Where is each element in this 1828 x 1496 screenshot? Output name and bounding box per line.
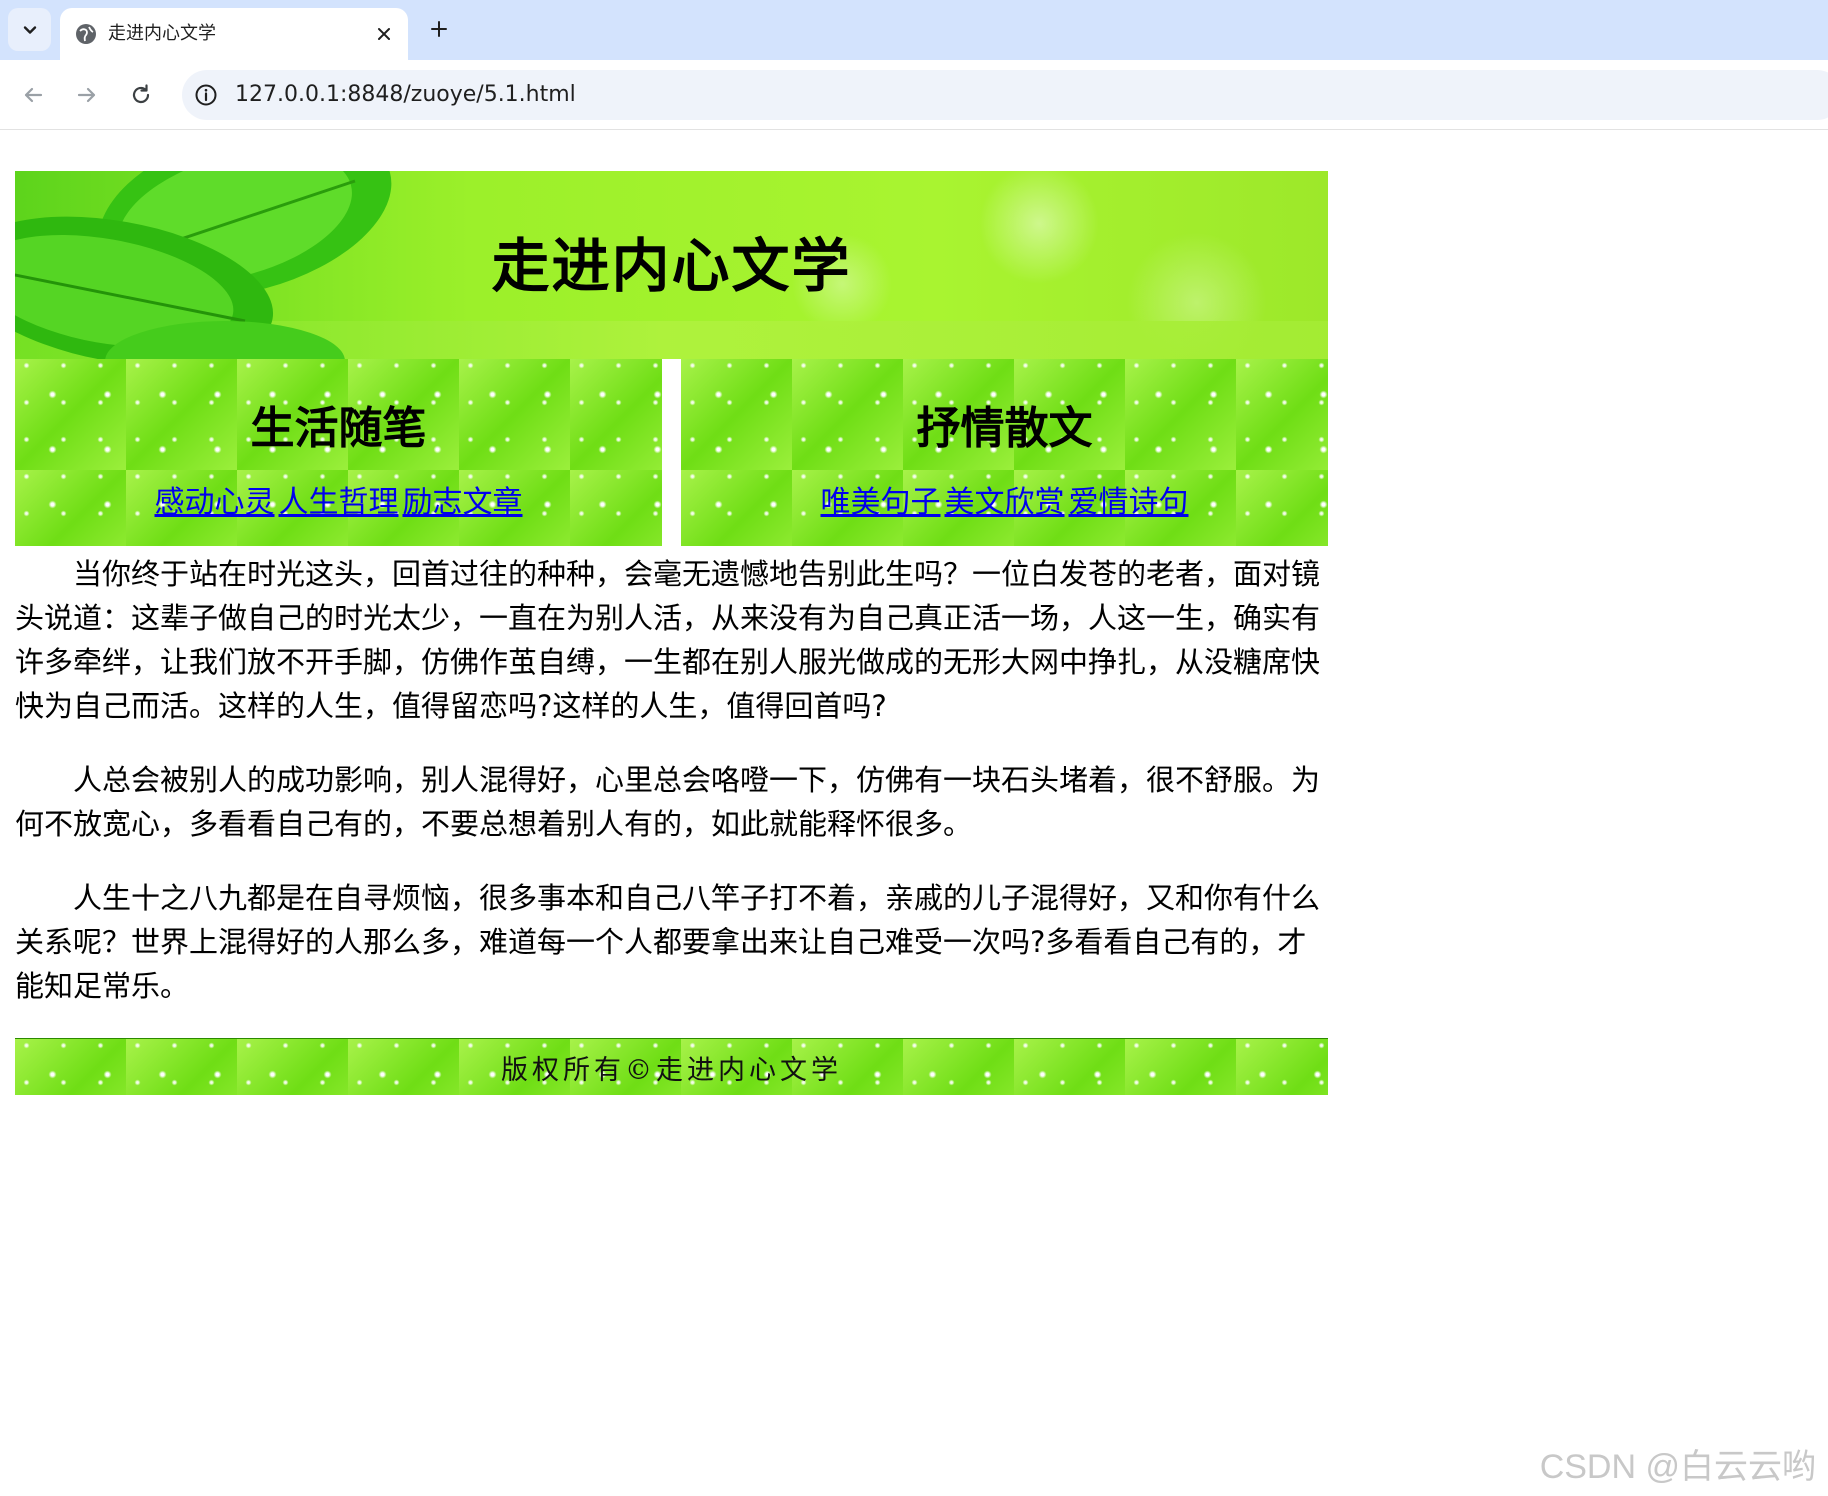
browser-toolbar: 127.0.0.1:8848/zuoye/5.1.html [0, 60, 1828, 130]
header-banner: 走进内心文学 [15, 171, 1328, 359]
back-button[interactable] [16, 78, 50, 112]
banner-title: 走进内心文学 [491, 232, 852, 300]
address-bar[interactable]: 127.0.0.1:8848/zuoye/5.1.html [182, 70, 1828, 120]
browser-tab[interactable]: 走进内心文学 [60, 8, 408, 60]
site-info-button[interactable] [192, 81, 220, 109]
plus-icon [431, 21, 447, 37]
globe-icon [76, 24, 96, 44]
tab-title: 走进内心文学 [108, 23, 216, 44]
page-container: 走进内心文学 生活随笔 感动心灵 人生哲理 励志文章 抒情散文 唯美句子 美文欣赏 爱情… [15, 171, 1328, 1095]
article-paragraph: 人总会被别人的成功影响，别人混得好，心里总会咯噔一下，仿佛有一块石头堵着，很不舒… [15, 763, 1321, 841]
article-paragraph: 人生十之八九都是在自寻烦恼，很多事本和自己八竿子打不着，亲戚的儿子混得好，又和你… [15, 881, 1321, 1003]
link-beautiful-sentences[interactable]: 唯美句子 [821, 485, 941, 520]
article-body: 当你终于站在时光这头，回首过往的种种，会毫无遗憾地告别此生吗？一位白发苍的老者，… [15, 552, 1328, 1008]
close-icon [378, 28, 390, 40]
arrow-right-icon [77, 87, 96, 103]
category-title: 抒情散文 [916, 403, 1093, 454]
category-life-essays: 生活随笔 感动心灵 人生哲理 励志文章 [15, 359, 662, 546]
tab-close-button[interactable] [372, 22, 396, 46]
link-love-poems[interactable]: 爱情诗句 [1069, 485, 1189, 520]
link-inspiration[interactable]: 励志文章 [403, 485, 523, 520]
watermark: CSDN @白云云哟 [1539, 1448, 1816, 1486]
category-lyric-prose: 抒情散文 唯美句子 美文欣赏 爱情诗句 [681, 359, 1328, 546]
page-viewport: 走进内心文学 生活随笔 感动心灵 人生哲理 励志文章 抒情散文 唯美句子 美文欣赏 爱情… [0, 131, 1828, 1496]
category-columns: 生活随笔 感动心灵 人生哲理 励志文章 抒情散文 唯美句子 美文欣赏 爱情诗句 [15, 359, 1328, 546]
reload-button[interactable] [124, 78, 158, 112]
category-links: 唯美句子 美文欣赏 爱情诗句 [681, 483, 1328, 523]
chevron-down-icon [23, 25, 36, 34]
info-icon [195, 84, 217, 106]
url-text[interactable]: 127.0.0.1:8848/zuoye/5.1.html [235, 82, 576, 108]
reload-icon [132, 84, 150, 104]
article-paragraph: 当你终于站在时光这头，回首过往的种种，会毫无遗憾地告别此生吗？一位白发苍的老者，… [15, 557, 1321, 723]
copyright-text: 版权所有©走进内心文学 [501, 1054, 842, 1086]
page-footer: 版权所有©走进内心文学 [15, 1038, 1328, 1095]
link-touching[interactable]: 感动心灵 [155, 485, 275, 520]
link-philosophy[interactable]: 人生哲理 [279, 485, 399, 520]
tab-strip: 走进内心文学 [0, 0, 1828, 60]
new-tab-button[interactable] [424, 14, 454, 44]
tab-search-button[interactable] [8, 8, 51, 51]
link-prose-appreciation[interactable]: 美文欣赏 [945, 485, 1065, 520]
arrow-left-icon [24, 87, 43, 103]
category-title: 生活随笔 [250, 403, 427, 454]
category-links: 感动心灵 人生哲理 励志文章 [15, 483, 662, 523]
forward-button[interactable] [70, 78, 104, 112]
